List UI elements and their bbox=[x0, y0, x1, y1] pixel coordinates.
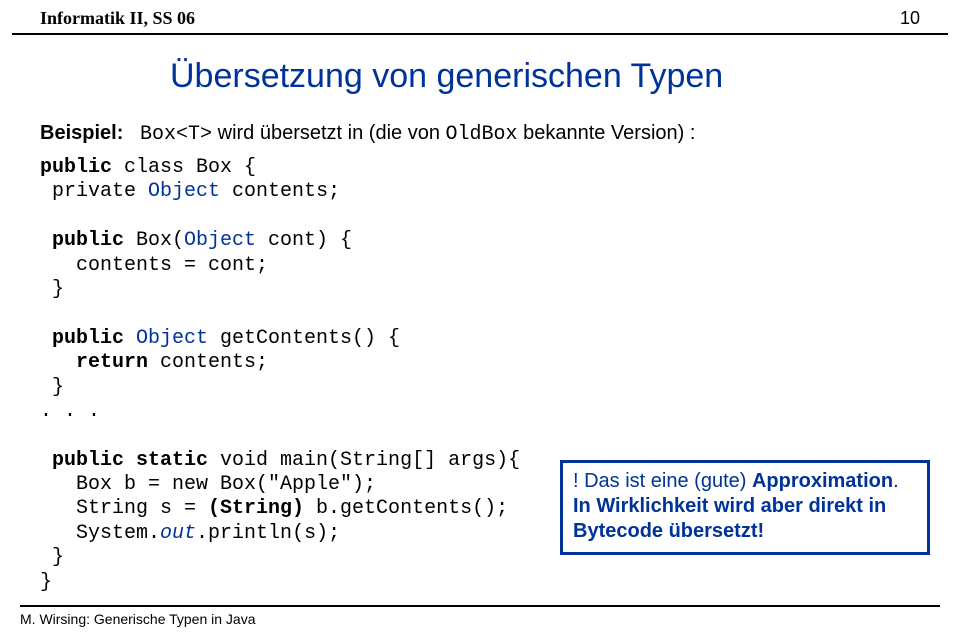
code-kw: public static bbox=[40, 449, 208, 472]
intro-mono-2: OldBox bbox=[446, 123, 518, 146]
example-label: Beispiel: bbox=[40, 122, 123, 144]
code-text: System. bbox=[40, 522, 160, 545]
intro-mono-1: Box<T> bbox=[140, 123, 212, 146]
slide-header: Informatik II, SS 06 10 bbox=[12, 0, 948, 35]
header-course: Informatik II, SS 06 bbox=[40, 8, 195, 29]
callout-text-1c: . bbox=[893, 470, 899, 492]
code-text: getContents() { bbox=[208, 327, 400, 350]
code-text: contents; bbox=[220, 180, 340, 203]
code-text: cont) { bbox=[256, 229, 352, 252]
header-page-number: 10 bbox=[900, 8, 920, 29]
footer-rest: Generische Typen in Java bbox=[94, 611, 256, 627]
code-type: Object bbox=[184, 229, 256, 252]
code-text: contents = cont; bbox=[40, 254, 268, 277]
code-text: .println(s); bbox=[196, 522, 340, 545]
code-type: Object bbox=[148, 180, 220, 203]
code-text: void main(String[] args){ bbox=[208, 449, 520, 472]
code-text: contents; bbox=[148, 351, 268, 374]
callout-text-2: In Wirklichkeit wird aber direkt in Byte… bbox=[573, 495, 886, 542]
code-type: Object bbox=[136, 327, 208, 350]
callout-bold: Approximation bbox=[752, 470, 893, 492]
code-text: } bbox=[40, 376, 64, 399]
footer-author: M. Wirsing: bbox=[20, 611, 94, 627]
code-text: } bbox=[40, 546, 64, 569]
code-text: String s = bbox=[40, 497, 208, 520]
intro-text-1: wird übersetzt in (die von bbox=[212, 122, 445, 144]
code-text: Box( bbox=[124, 229, 184, 252]
callout-text-1a: ! Das ist eine (gute) bbox=[573, 470, 752, 492]
code-text: private bbox=[40, 180, 148, 203]
intro-text-2: bekannte Version) : bbox=[518, 122, 696, 144]
code-text: } bbox=[40, 278, 64, 301]
code-kw: (String) bbox=[208, 497, 304, 520]
callout-box: ! Das ist eine (gute) Approximation. In … bbox=[560, 460, 930, 555]
example-intro: Beispiel: Box<T> wird übersetzt in (die … bbox=[40, 122, 920, 146]
code-var: out bbox=[160, 522, 196, 545]
code-kw: public bbox=[40, 156, 112, 179]
code-text: class Box { bbox=[112, 156, 256, 179]
code-text: } bbox=[40, 571, 52, 594]
slide-footer: M. Wirsing: Generische Typen in Java bbox=[20, 605, 940, 627]
code-text: . . . bbox=[40, 400, 100, 423]
code-kw: return bbox=[40, 351, 148, 374]
code-kw: public bbox=[40, 327, 136, 350]
code-text: Box b = new Box("Apple"); bbox=[40, 473, 376, 496]
slide-title: Übersetzung von generischen Typen bbox=[170, 57, 960, 96]
code-text: b.getContents(); bbox=[304, 497, 508, 520]
code-kw: public bbox=[40, 229, 124, 252]
